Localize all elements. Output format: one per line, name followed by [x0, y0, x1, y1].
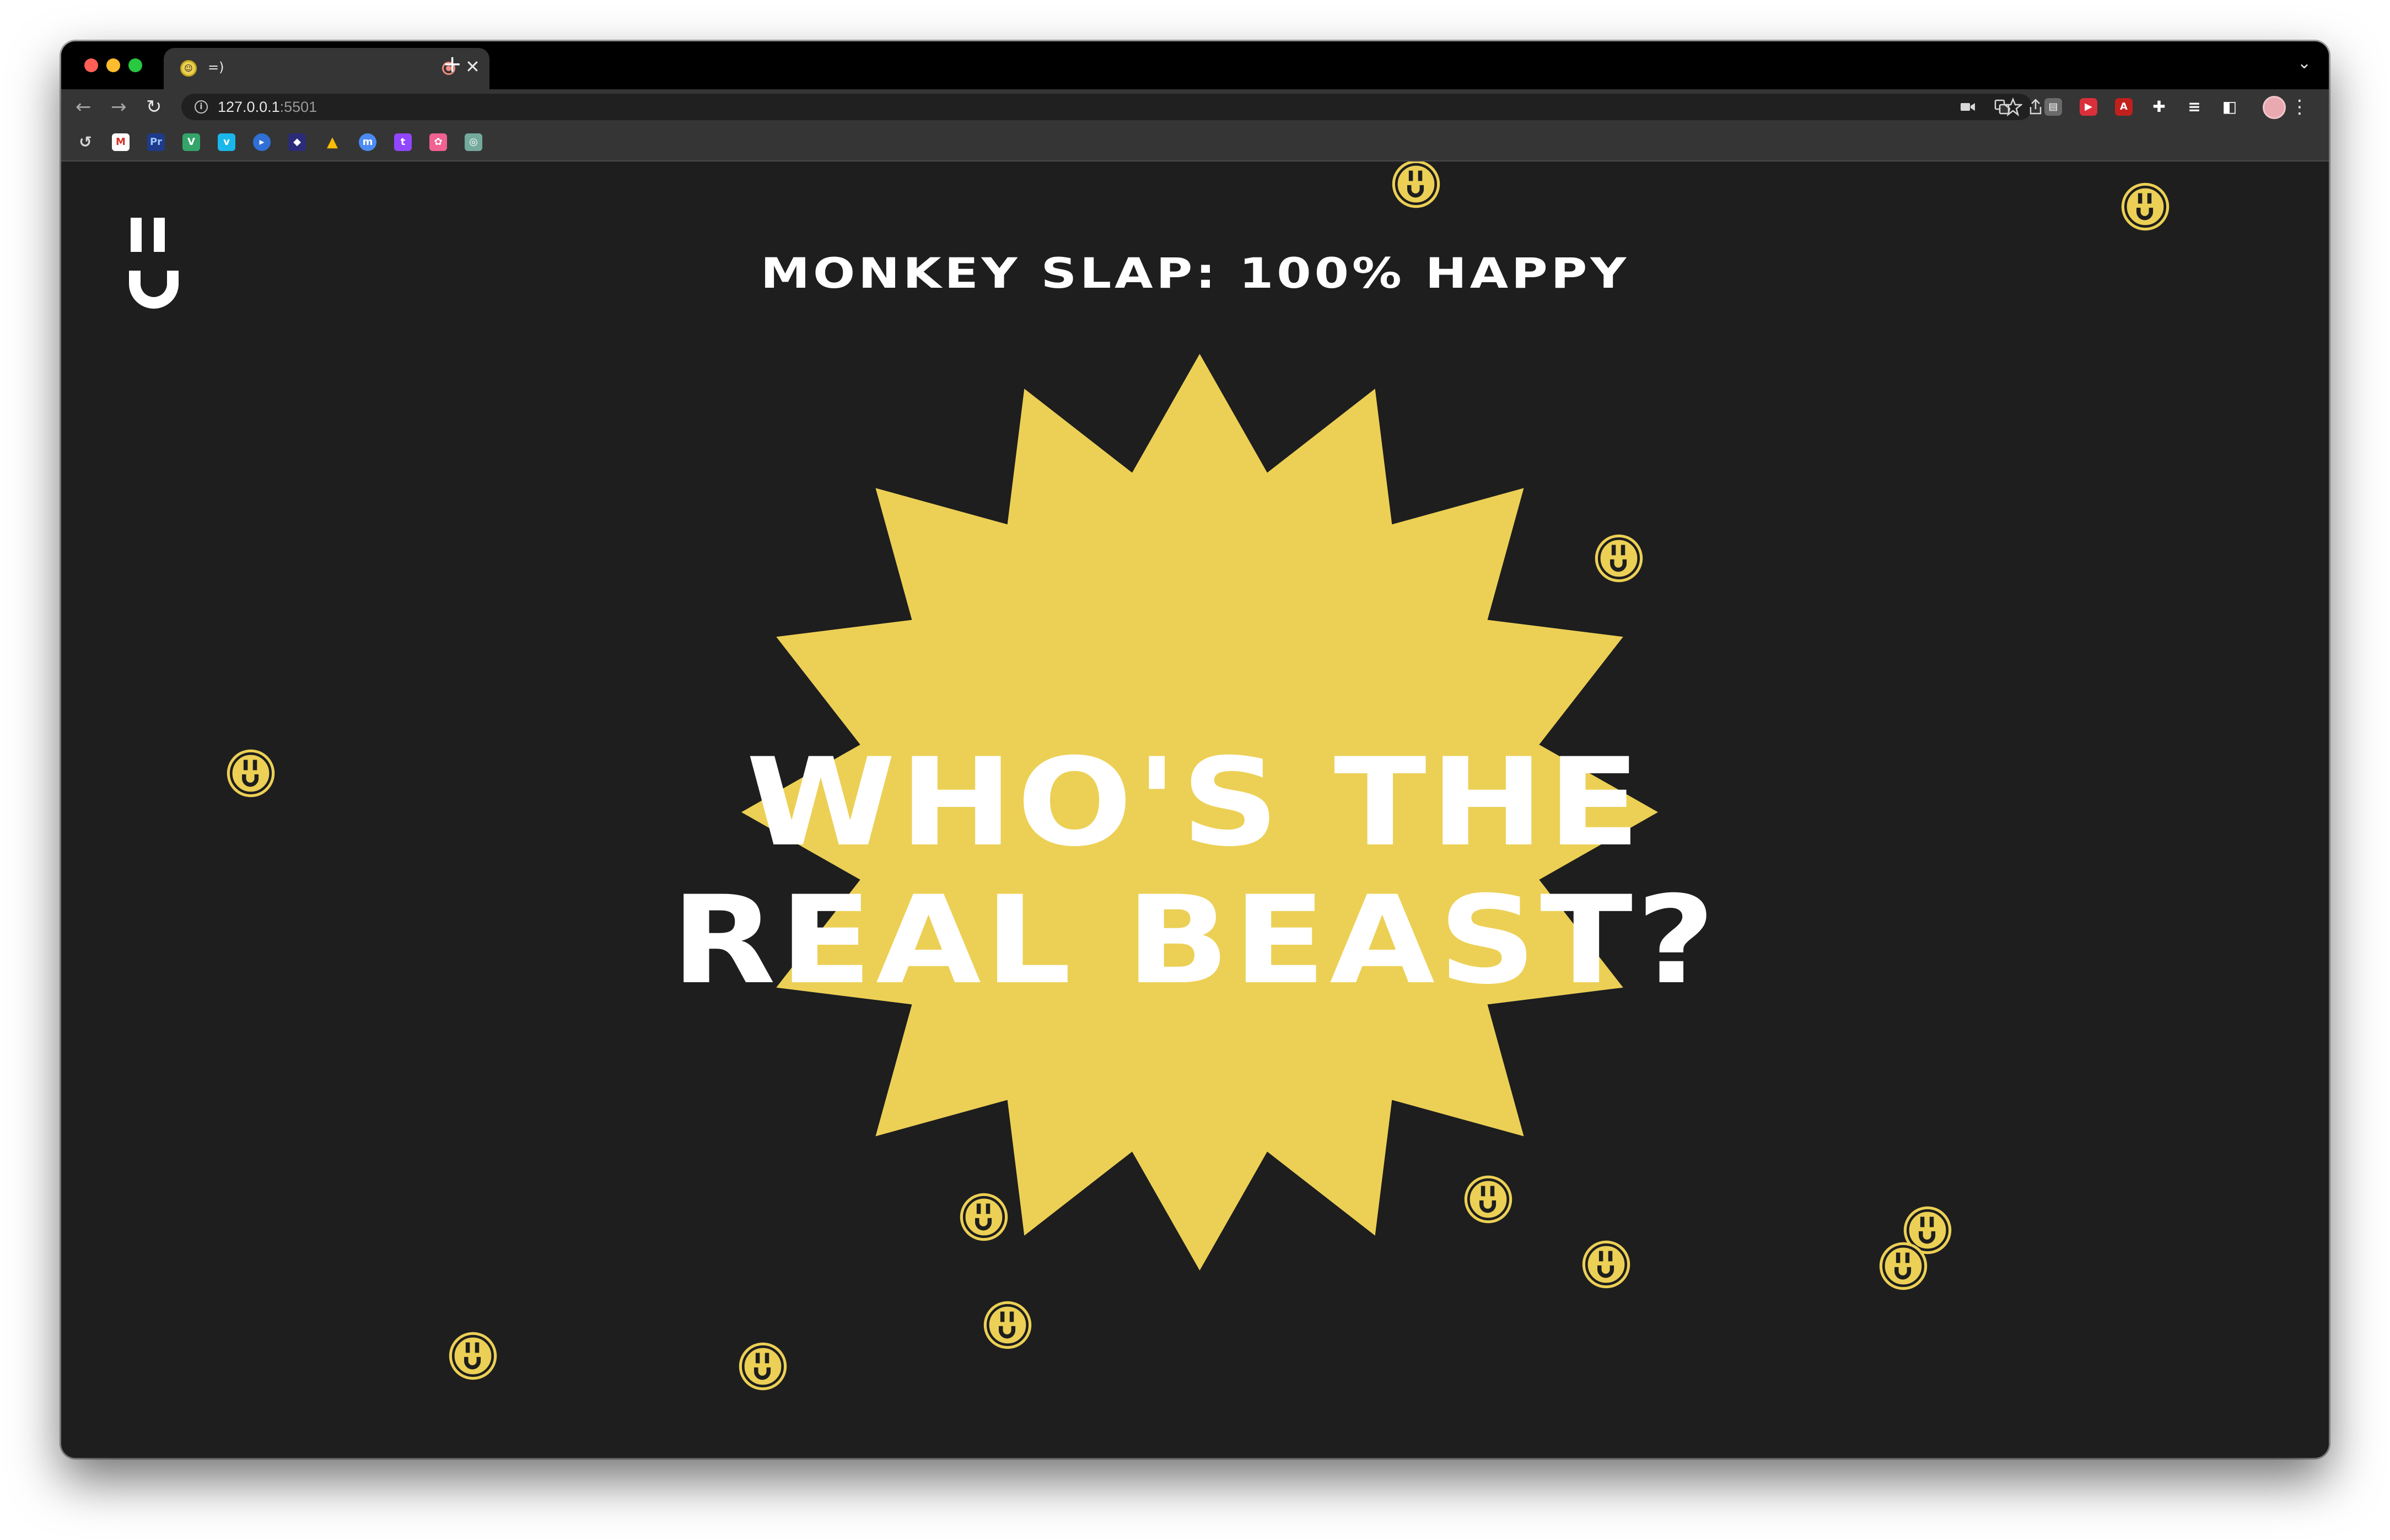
coin-smiley-icon	[1593, 532, 1645, 584]
coin-smiley-icon	[447, 1330, 499, 1382]
vue-icon[interactable]: V	[182, 133, 200, 151]
coin-smiley-icon	[737, 1340, 789, 1392]
side-panel-icon[interactable]: ◧	[2221, 98, 2238, 116]
twitch-icon[interactable]: t	[394, 133, 412, 151]
profile-avatar[interactable]	[2263, 96, 2286, 119]
forward-button[interactable]: →	[111, 95, 127, 119]
hero-title: WHO'S THE REAL BEAST?	[61, 734, 2329, 1009]
browser-window: ☺ =) ✕ + ⌄ ← → ↻ i 127.0.0.1:5501 ▤ ▶ A …	[61, 41, 2329, 1458]
coin-smiley-icon	[1462, 1173, 1514, 1225]
tab-search-button[interactable]: ⌄	[2297, 53, 2311, 73]
star-icon[interactable]	[2004, 98, 2022, 116]
new-tab-button[interactable]: +	[443, 50, 462, 78]
tab-active[interactable]: ☺ =) ✕	[164, 48, 489, 89]
coin-smiley-icon	[1877, 1240, 1929, 1292]
webpage: MONKEY SLAP: 100% HAPPY WHO'S THE REAL B…	[61, 161, 2329, 1458]
address-bar[interactable]: i 127.0.0.1:5501	[181, 94, 2042, 120]
coin-smiley-icon	[225, 747, 277, 799]
chatgpt-icon[interactable]: ◎	[465, 133, 482, 151]
share-icon[interactable]	[2028, 98, 2043, 116]
gmail-icon[interactable]: M	[112, 133, 130, 151]
coin-smiley-icon	[2119, 181, 2171, 233]
bookmarks-bar: ↺ M Pr V v ▸ ◆ ▲ m t ✿ ◎	[61, 125, 2329, 161]
reload-button[interactable]: ↻	[146, 95, 162, 119]
puzzle-icon[interactable]: ✚	[2150, 98, 2168, 116]
nebula-icon[interactable]: ◆	[288, 133, 306, 151]
hero-line-1: WHO'S THE	[746, 732, 1644, 873]
url-text[interactable]: 127.0.0.1:5501	[218, 99, 317, 116]
coin-smiley-icon	[958, 1191, 1010, 1243]
drive-icon[interactable]: ▲	[324, 133, 341, 151]
pr-icon[interactable]: Pr	[147, 133, 165, 151]
smiley-icon: ☺	[180, 60, 197, 77]
window-close-button[interactable]	[84, 58, 98, 72]
maps-icon[interactable]: m	[359, 133, 376, 151]
play-icon[interactable]: ▸	[253, 133, 271, 151]
history-icon[interactable]: ↺	[77, 133, 94, 151]
window-maximize-button[interactable]	[128, 58, 142, 72]
tab-title: =)	[208, 60, 224, 75]
tab-close-button[interactable]: ✕	[465, 56, 480, 78]
coin-smiley-icon	[1390, 161, 1442, 210]
youtube-ext-icon[interactable]: ▶	[2080, 98, 2097, 116]
site-info-icon[interactable]: i	[195, 100, 208, 114]
reading-list-icon[interactable]: ≡	[2186, 98, 2203, 116]
coin-smiley-icon	[1580, 1239, 1632, 1290]
vimeo-icon[interactable]: v	[218, 133, 235, 151]
flower-icon[interactable]: ✿	[429, 133, 447, 151]
back-button[interactable]: ←	[76, 95, 91, 119]
url-port: :5501	[279, 99, 317, 115]
cards-icon[interactable]: ▤	[2044, 98, 2062, 116]
pdf-icon[interactable]: A	[2115, 98, 2133, 116]
page-headline: MONKEY SLAP: 100% HAPPY	[760, 249, 1630, 298]
browser-toolbar: ← → ↻ i 127.0.0.1:5501 ▤ ▶ A ✚ ≡ ◧ ⋮	[61, 89, 2329, 125]
menu-button[interactable]: ⋮	[2290, 95, 2309, 119]
window-minimize-button[interactable]	[106, 58, 120, 72]
video-camera-icon[interactable]	[1960, 99, 1976, 115]
coin-smiley-icon	[982, 1299, 1033, 1351]
hero-line-2: REAL BEAST?	[671, 870, 1719, 1011]
url-host: 127.0.0.1	[218, 99, 280, 115]
tab-strip: ☺ =) ✕ + ⌄	[61, 41, 2329, 89]
